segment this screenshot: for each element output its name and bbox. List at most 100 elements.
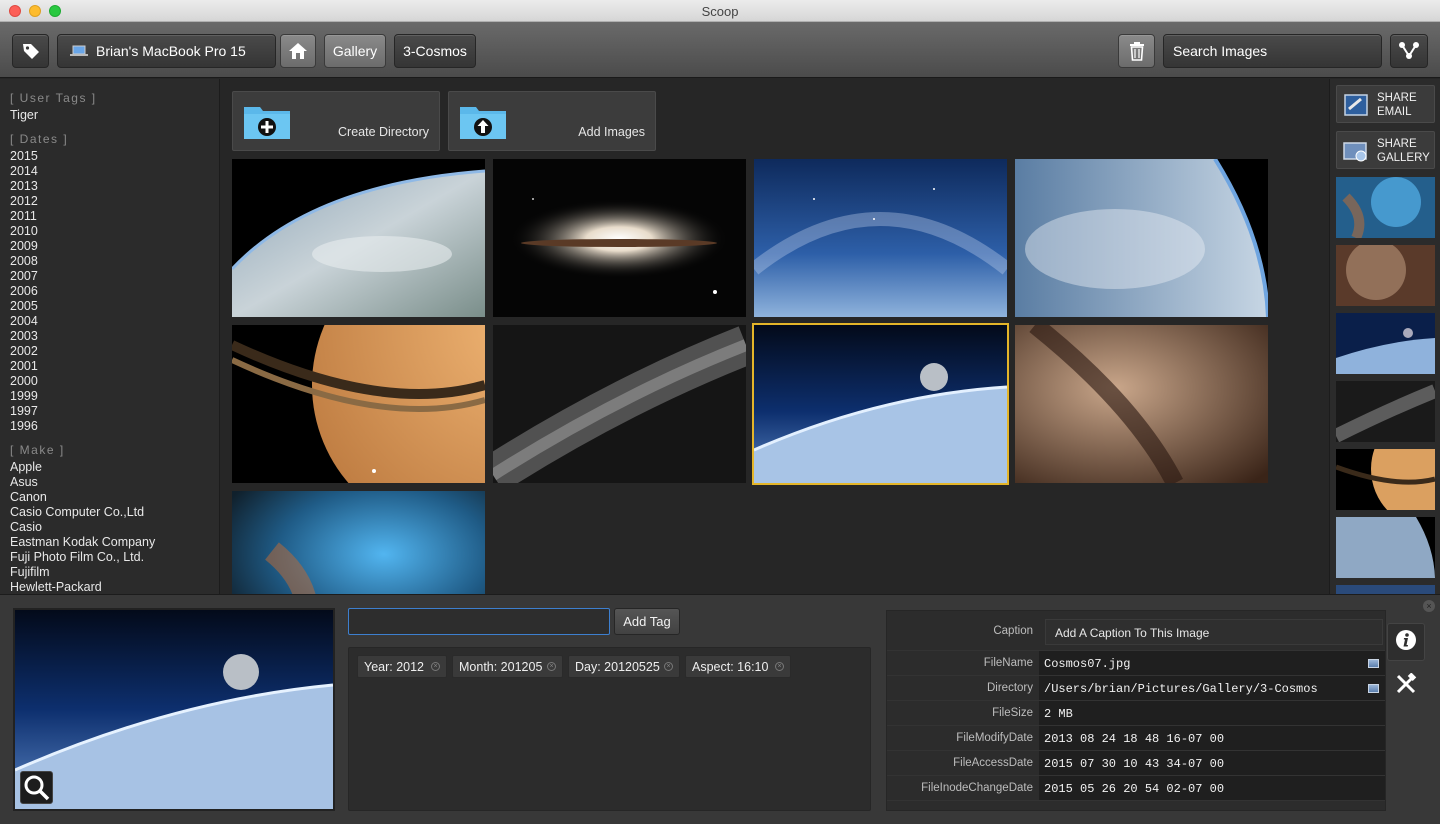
metadata-key: FileInodeChangeDate bbox=[921, 782, 1033, 794]
info-icon bbox=[1395, 629, 1417, 656]
breadcrumb-3-cosmos[interactable]: 3-Cosmos bbox=[394, 34, 476, 68]
tools-icon bbox=[1395, 671, 1417, 700]
sidebar-item-make[interactable]: Eastman Kodak Company bbox=[10, 535, 219, 550]
recent-thumbnail[interactable] bbox=[1336, 585, 1435, 594]
sidebar-item-tag[interactable]: Tiger bbox=[10, 108, 219, 123]
sidebar-item-date[interactable]: 2001 bbox=[10, 359, 219, 374]
tag-icon bbox=[21, 41, 41, 61]
sidebar-item-date[interactable]: 2000 bbox=[10, 374, 219, 389]
metadata-key: Directory bbox=[986, 682, 1033, 694]
sidebar-item-date[interactable]: 1999 bbox=[10, 389, 219, 404]
sidebar-item-make[interactable]: Apple bbox=[10, 460, 219, 475]
image-thumbnail[interactable] bbox=[232, 491, 485, 594]
tools-button[interactable] bbox=[1387, 667, 1425, 705]
sidebar-item-make[interactable]: Fuji Photo Film Co., Ltd. bbox=[10, 550, 219, 565]
metadata-key: Caption bbox=[993, 625, 1033, 637]
metadata-value: Cosmos07.jpg bbox=[1044, 657, 1131, 671]
dates-list: 2015 2014 2013 2012 2011 2010 2009 2008 … bbox=[10, 149, 219, 434]
image-preview[interactable] bbox=[13, 608, 335, 811]
section-header-dates: [ Dates ] bbox=[10, 132, 69, 146]
device-name: Brian's MacBook Pro 15 bbox=[96, 43, 246, 59]
breadcrumb-gallery[interactable]: Gallery bbox=[324, 34, 386, 68]
section-header-make: [ Make ] bbox=[10, 443, 65, 457]
metadata-key: FileName bbox=[983, 657, 1033, 669]
recent-thumbnail[interactable] bbox=[1336, 381, 1435, 442]
caption-field[interactable]: Add A Caption To This Image bbox=[1045, 619, 1383, 645]
sidebar-item-date[interactable]: 2005 bbox=[10, 299, 219, 314]
image-thumbnail[interactable] bbox=[232, 325, 485, 483]
image-thumbnail[interactable] bbox=[493, 325, 746, 483]
metadata-value: 2015 07 30 10 43 34-07 00 bbox=[1044, 757, 1225, 771]
remove-tag-icon[interactable]: × bbox=[431, 662, 440, 671]
tag-chip[interactable]: Day: 20120525 × bbox=[568, 655, 680, 678]
info-button[interactable] bbox=[1387, 623, 1425, 661]
sidebar-item-make[interactable]: Hewlett-Packard bbox=[10, 580, 219, 594]
filter-sidebar: [ User Tags ] Tiger [ Dates ] 2015 2014 … bbox=[0, 79, 220, 594]
home-button[interactable] bbox=[280, 34, 316, 68]
reveal-file-icon[interactable] bbox=[1368, 659, 1379, 668]
sidebar-item-make[interactable]: Casio Computer Co.,Ltd bbox=[10, 505, 219, 520]
remove-tag-icon[interactable]: × bbox=[547, 662, 556, 671]
image-thumbnail[interactable] bbox=[1015, 325, 1268, 483]
tags-button[interactable] bbox=[12, 34, 49, 68]
close-panel-icon[interactable]: × bbox=[1423, 600, 1435, 612]
sidebar-item-date[interactable]: 1997 bbox=[10, 404, 219, 419]
recent-thumbnail[interactable] bbox=[1336, 313, 1435, 374]
sidebar-item-date[interactable]: 2015 bbox=[10, 149, 219, 164]
sidebar-item-date[interactable]: 2006 bbox=[10, 284, 219, 299]
metadata-key: FileAccessDate bbox=[953, 757, 1033, 769]
image-thumbnail-selected[interactable] bbox=[752, 323, 1009, 485]
delete-button[interactable] bbox=[1118, 34, 1155, 68]
sidebar-item-date[interactable]: 1996 bbox=[10, 419, 219, 434]
sidebar-item-make[interactable]: Casio bbox=[10, 520, 219, 535]
metadata-value: 2015 05 26 20 54 02-07 00 bbox=[1044, 782, 1225, 796]
image-thumbnail[interactable] bbox=[754, 159, 1007, 317]
sidebar-item-date[interactable]: 2003 bbox=[10, 329, 219, 344]
share-network-button[interactable] bbox=[1390, 34, 1428, 68]
sidebar-item-date[interactable]: 2011 bbox=[10, 209, 219, 224]
image-thumbnail[interactable] bbox=[493, 159, 746, 317]
add-images-button[interactable]: Add Images bbox=[448, 91, 656, 151]
sidebar-item-make[interactable]: Asus bbox=[10, 475, 219, 490]
image-thumbnail[interactable] bbox=[1015, 159, 1268, 317]
sidebar-item-make[interactable]: Canon bbox=[10, 490, 219, 505]
sidebar-item-date[interactable]: 2004 bbox=[10, 314, 219, 329]
tag-chip[interactable]: Aspect: 16:10 × bbox=[685, 655, 791, 678]
recent-thumbnail[interactable] bbox=[1336, 517, 1435, 578]
recent-thumbnail[interactable] bbox=[1336, 177, 1435, 238]
recent-thumbnail[interactable] bbox=[1336, 449, 1435, 510]
sidebar-item-date[interactable]: 2012 bbox=[10, 194, 219, 209]
metadata-key: FileSize bbox=[992, 707, 1033, 719]
share-gallery-button[interactable]: SHARE GALLERY bbox=[1336, 131, 1435, 169]
tag-list: Year: 2012 × Month: 201205 × Day: 20120525… bbox=[348, 647, 871, 811]
sidebar-item-make[interactable]: Fujifilm bbox=[10, 565, 219, 580]
reveal-folder-icon[interactable] bbox=[1368, 684, 1379, 693]
mail-icon bbox=[1343, 93, 1369, 117]
sidebar-item-date[interactable]: 2009 bbox=[10, 239, 219, 254]
sidebar-item-date[interactable]: 2002 bbox=[10, 344, 219, 359]
sidebar-item-date[interactable]: 2007 bbox=[10, 269, 219, 284]
create-directory-button[interactable]: Create Directory bbox=[232, 91, 440, 151]
zoom-button[interactable] bbox=[20, 771, 53, 804]
recent-thumbnail[interactable] bbox=[1336, 245, 1435, 306]
tag-chip[interactable]: Year: 2012 × bbox=[357, 655, 447, 678]
remove-tag-icon[interactable]: × bbox=[775, 662, 784, 671]
metadata-row: Directory /Users/brian/Pictures/Gallery/… bbox=[887, 676, 1385, 701]
tag-input[interactable] bbox=[348, 608, 610, 635]
sidebar-item-date[interactable]: 2013 bbox=[10, 179, 219, 194]
add-tag-button[interactable]: Add Tag bbox=[614, 608, 680, 635]
share-email-button[interactable]: SHARE EMAIL bbox=[1336, 85, 1435, 123]
sidebar-item-date[interactable]: 2014 bbox=[10, 164, 219, 179]
sidebar-item-date[interactable]: 2008 bbox=[10, 254, 219, 269]
tag-chip[interactable]: Month: 201205 × bbox=[452, 655, 563, 678]
folder-upload-icon bbox=[459, 102, 507, 145]
metadata-row: FileInodeChangeDate 2015 05 26 20 54 02-… bbox=[887, 776, 1385, 801]
metadata-value: 2013 08 24 18 48 16-07 00 bbox=[1044, 732, 1225, 746]
device-selector[interactable]: Brian's MacBook Pro 15 bbox=[57, 34, 276, 68]
home-icon bbox=[288, 42, 308, 60]
remove-tag-icon[interactable]: × bbox=[664, 662, 673, 671]
metadata-key: FileModifyDate bbox=[956, 732, 1033, 744]
image-thumbnail[interactable] bbox=[232, 159, 485, 317]
sidebar-item-date[interactable]: 2010 bbox=[10, 224, 219, 239]
search-images-field[interactable]: Search Images bbox=[1163, 34, 1382, 68]
